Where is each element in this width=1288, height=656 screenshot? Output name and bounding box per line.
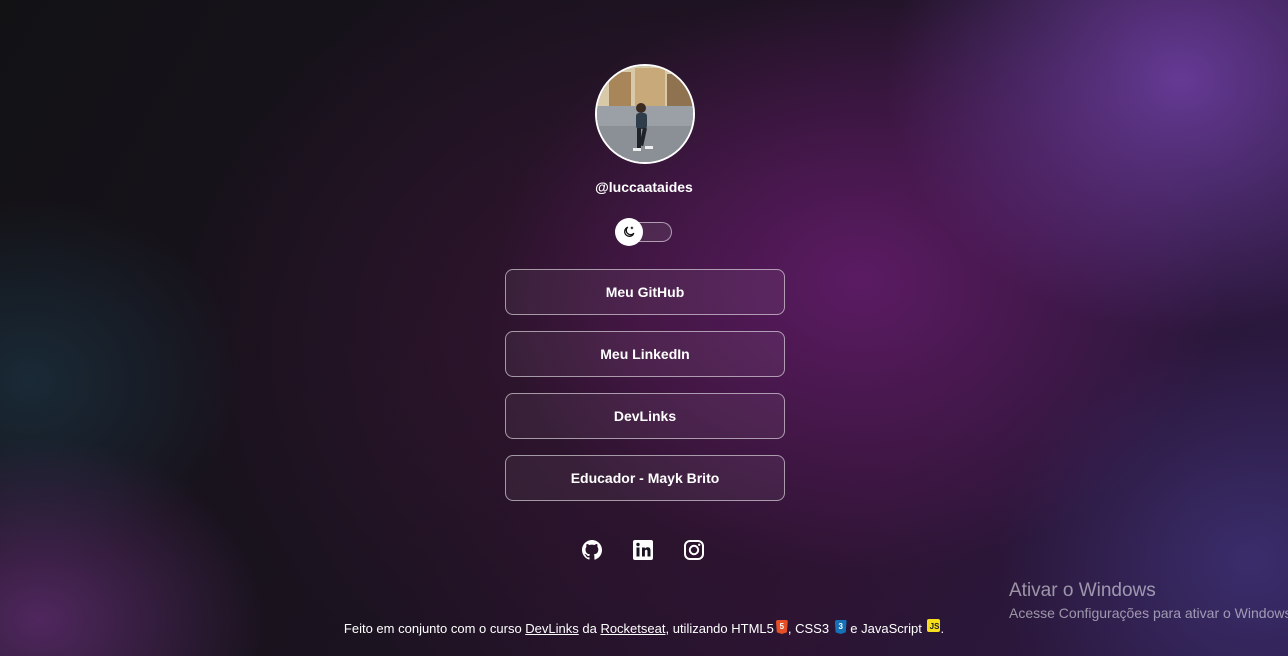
linkedin-icon [633, 540, 653, 560]
list-item: Meu GitHub [505, 269, 785, 315]
footer-text: . [940, 621, 945, 636]
github-icon [582, 540, 603, 560]
footer-text: Feito em conjunto com o curso [343, 621, 526, 636]
linkedin-social-link[interactable] [631, 538, 655, 562]
devlinks-course-link[interactable]: DevLinks [525, 621, 578, 636]
footer-text: , utilizando HTML5 [665, 621, 774, 636]
footer-text: da [578, 621, 601, 636]
avatar-photo [597, 66, 693, 162]
moon-icon [624, 226, 635, 237]
css3-icon: 3 [834, 620, 847, 634]
footer-text: , CSS3 [787, 621, 833, 636]
link-list: Meu GitHub Meu LinkedIn DevLinks Educado… [505, 269, 785, 517]
list-item: DevLinks [505, 393, 785, 439]
html5-icon: 5 [775, 620, 788, 634]
watermark-subtitle: Acesse Configurações para ativar o Windo… [1009, 605, 1288, 621]
linkedin-link-button[interactable]: Meu LinkedIn [505, 331, 785, 377]
devlinks-link-button[interactable]: DevLinks [505, 393, 785, 439]
profile-handle: @luccaataides [595, 179, 693, 195]
social-links [580, 538, 706, 562]
theme-toggle[interactable] [615, 218, 672, 246]
list-item: Meu LinkedIn [505, 331, 785, 377]
educator-link-button[interactable]: Educador - Mayk Brito [505, 455, 785, 501]
list-item: Educador - Mayk Brito [505, 455, 785, 501]
rocketseat-link[interactable]: Rocketseat [600, 621, 665, 636]
github-social-link[interactable] [580, 538, 604, 562]
footer-text: e JavaScript [846, 621, 926, 636]
theme-toggle-knob[interactable] [615, 218, 643, 246]
windows-activation-watermark: Ativar o Windows Acesse Configurações pa… [1009, 579, 1288, 623]
instagram-icon [684, 540, 704, 560]
javascript-icon: JS [927, 619, 941, 632]
instagram-social-link[interactable] [682, 538, 706, 562]
github-link-button[interactable]: Meu GitHub [505, 269, 785, 315]
watermark-title: Ativar o Windows [1009, 580, 1156, 601]
avatar [595, 64, 695, 164]
footer: Feito em conjunto com o curso DevLinks d… [200, 619, 1088, 638]
